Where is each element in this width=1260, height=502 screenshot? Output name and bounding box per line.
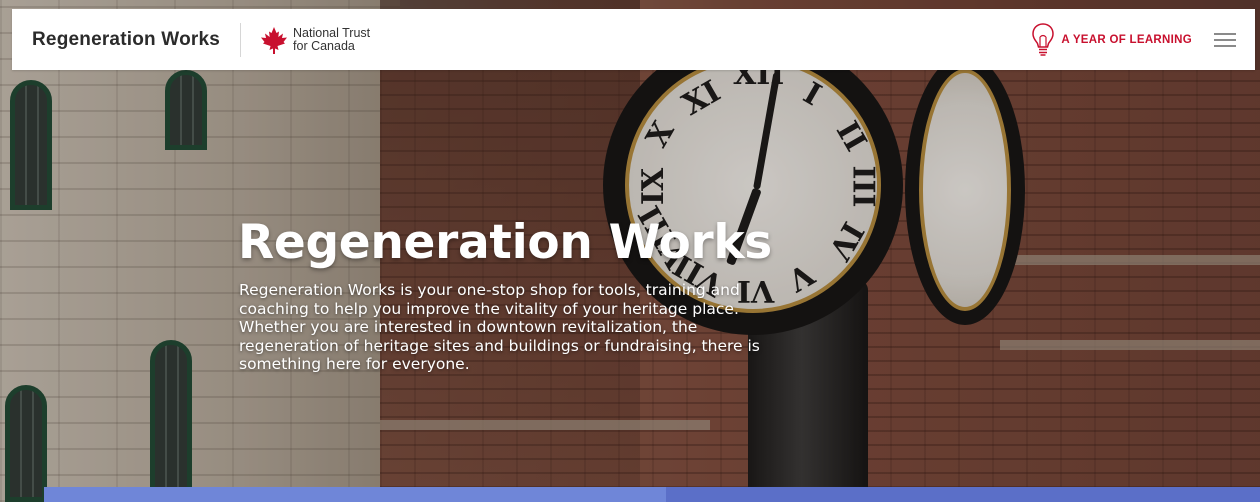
- hero-description: Regeneration Works is your one-stop shop…: [239, 281, 760, 373]
- year-of-learning-label: A YEAR OF LEARNING: [1061, 33, 1192, 46]
- site-title-link[interactable]: Regeneration Works: [32, 29, 220, 51]
- maple-leaf-icon: [261, 26, 288, 54]
- year-of-learning-link[interactable]: A YEAR OF LEARNING: [1031, 22, 1192, 58]
- section-strip: [44, 487, 1260, 502]
- hamburger-menu-icon[interactable]: [1214, 32, 1236, 47]
- header-divider: [240, 22, 242, 57]
- national-trust-logo-link[interactable]: National Trust for Canada: [259, 25, 370, 55]
- lightbulb-icon: [1032, 22, 1055, 56]
- partner-name: National Trust for Canada: [293, 25, 371, 53]
- strip-segment-right: [666, 487, 1260, 502]
- hero-title: Regeneration Works: [238, 215, 772, 270]
- site-header: Regeneration Works National Trust for Ca…: [12, 9, 1255, 70]
- strip-segment-left: [44, 487, 666, 502]
